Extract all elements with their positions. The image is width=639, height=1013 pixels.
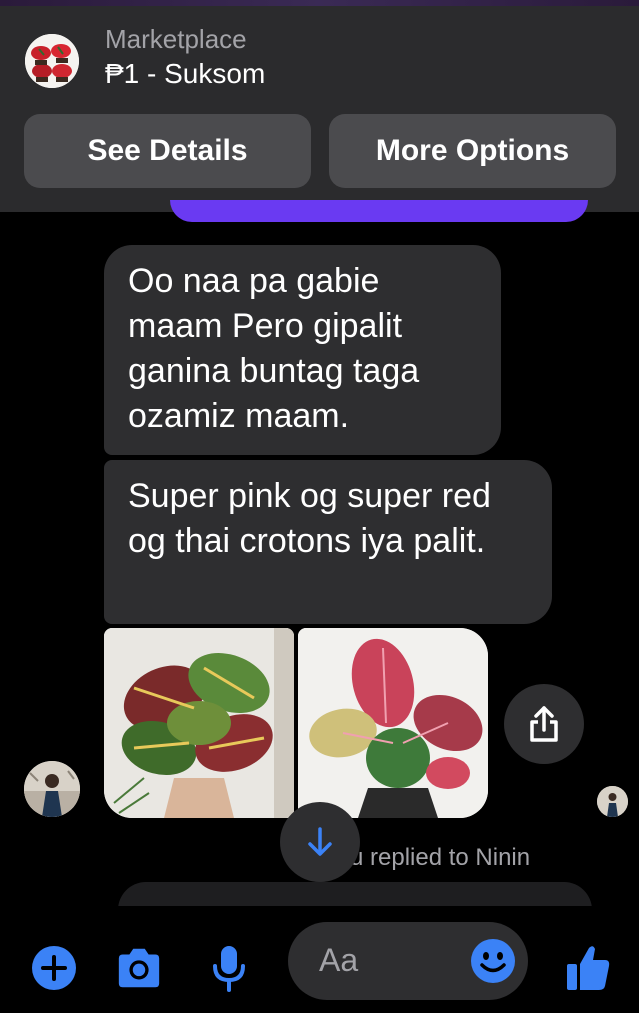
message-input-placeholder: Aa [319,942,359,978]
thumbs-up-icon [567,946,610,990]
marketplace-label: Marketplace [105,24,247,54]
message-input[interactable]: Aa [288,922,528,1000]
share-button[interactable] [504,684,584,764]
reply-notice: u replied to Ninin [350,844,531,871]
more-options-button[interactable]: More Options [329,114,616,188]
emoji-icon [471,939,515,983]
marketplace-header: Marketplace ₱1 - Suksom See Details More… [0,6,639,212]
add-button[interactable] [30,944,78,992]
like-button[interactable] [564,944,612,992]
see-details-button[interactable]: See Details [24,114,311,188]
plant-photo[interactable] [298,628,488,818]
listing-title[interactable]: ₱1 - Suksom [105,58,265,90]
microphone-icon [213,946,245,992]
scroll-to-bottom-button[interactable] [280,802,360,882]
plus-icon [32,946,76,990]
plant-photo[interactable] [104,628,294,818]
camera-button[interactable] [115,944,163,992]
received-message[interactable]: Oo naa pa gabie maam Pero gipalit ganina… [104,245,501,455]
seen-receipt-avatar [597,786,628,817]
contact-avatar[interactable] [24,761,80,817]
microphone-button[interactable] [205,944,253,992]
camera-icon [118,948,160,988]
arrow-down-icon [308,827,332,856]
listing-thumbnail[interactable] [25,34,79,88]
sent-message-bubble-edge [170,200,588,222]
message-composer: Aa [0,906,639,1013]
received-message[interactable]: Super pink og super red og thai crotons … [104,460,552,624]
share-icon [530,706,558,742]
emoji-button[interactable] [470,938,516,984]
